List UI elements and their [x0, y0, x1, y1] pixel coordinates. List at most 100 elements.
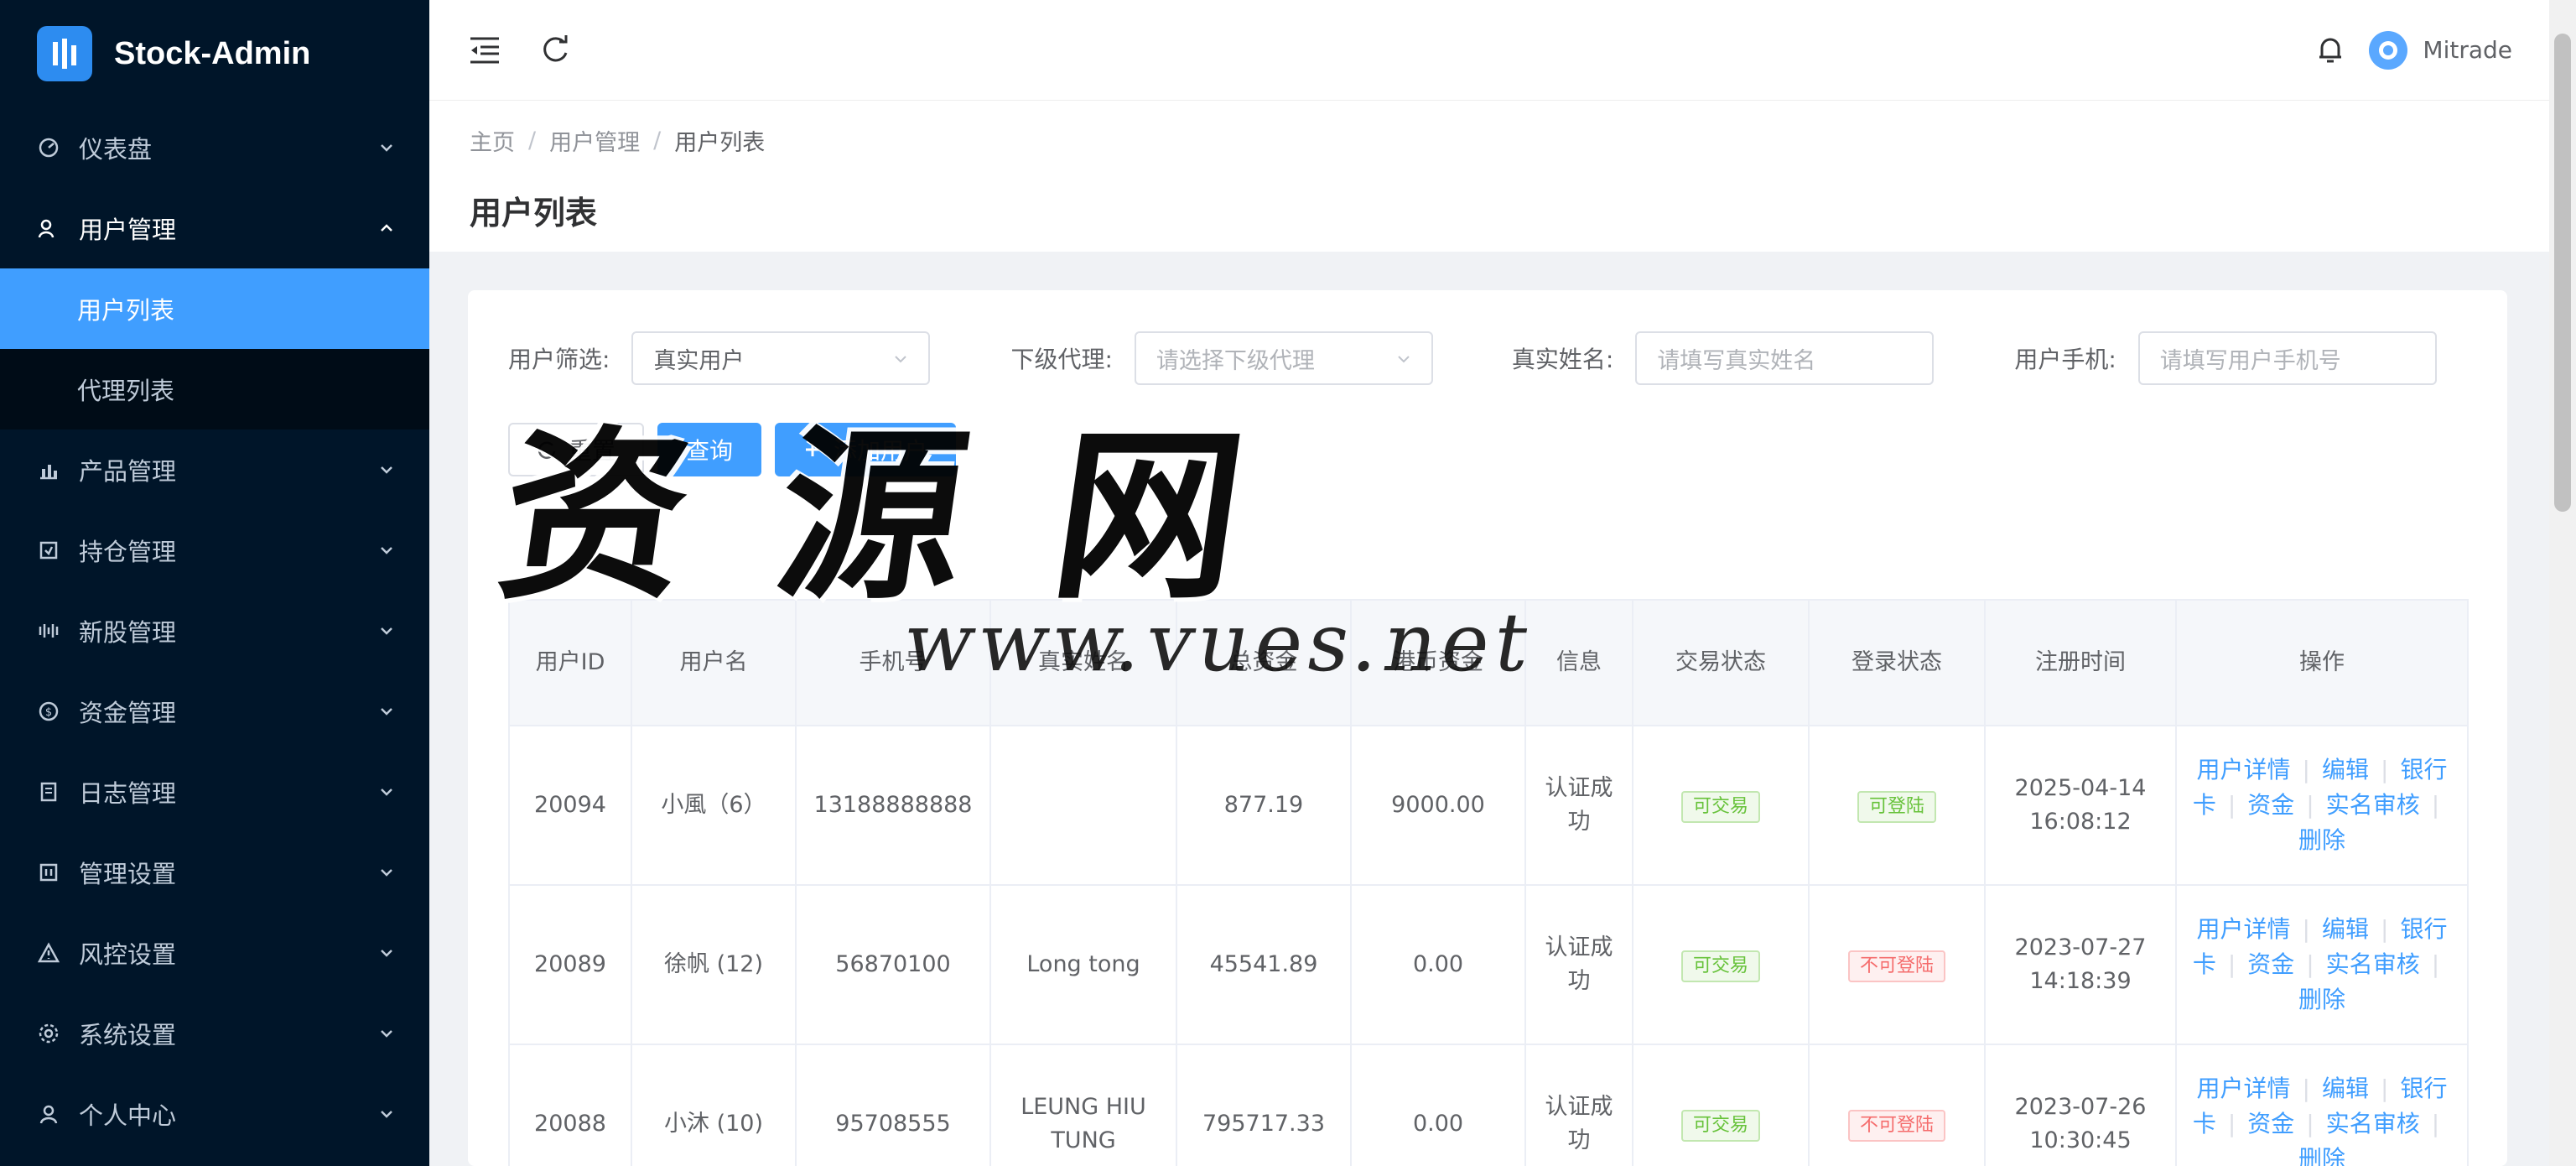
bell-icon[interactable]: [2312, 32, 2349, 69]
real-name-label: 真实姓名:: [1511, 346, 1614, 373]
col-header: 港币资金: [1350, 599, 1526, 726]
sidebar-item-label: 系统设置: [79, 1021, 177, 1049]
divider: |: [2227, 950, 2236, 978]
cell-user-id-text: 20088: [534, 1111, 606, 1137]
cell-phone-text: 95708555: [835, 1111, 951, 1137]
delete-link[interactable]: 删除: [2298, 986, 2345, 1013]
table-header-row: 用户ID 用户名 手机号 真实姓名 总资金 港币资金 信息 交易状态 登录状态 …: [508, 599, 2469, 726]
sidebar-item-positions[interactable]: 持仓管理: [0, 510, 429, 591]
kyc-review-link[interactable]: 实名审核: [2326, 791, 2420, 819]
phone-input[interactable]: 请填写用户手机号: [2137, 331, 2437, 385]
admin-settings-icon: [37, 861, 60, 884]
real-name-filter-group: 真实姓名: 请填写真实姓名: [1511, 331, 1935, 385]
sidebar-item-dashboard[interactable]: 仪表盘: [0, 107, 429, 188]
chevron-down-icon: [381, 1111, 392, 1118]
chevron-down-icon: [381, 869, 392, 877]
edit-link[interactable]: 编辑: [2322, 756, 2369, 783]
user-table: 用户ID 用户名 手机号 真实姓名 总资金 港币资金 信息 交易状态 登录状态 …: [508, 599, 2469, 1166]
sidebar-item-system-settings[interactable]: 系统设置: [0, 993, 429, 1074]
person-icon: [37, 1102, 60, 1126]
cell-login-status: 不可登陆: [1808, 1044, 1986, 1166]
col-header: 信息: [1524, 599, 1633, 726]
avatar[interactable]: [2369, 30, 2408, 70]
scrollbar-thumb[interactable]: [2554, 34, 2571, 512]
delete-link[interactable]: 删除: [2298, 826, 2345, 854]
cell-login-status: 可登陆: [1808, 725, 1986, 886]
user-detail-link[interactable]: 用户详情: [2197, 1075, 2291, 1102]
funds-link[interactable]: 资金: [2247, 1110, 2294, 1137]
collapse-menu-icon[interactable]: [466, 32, 503, 69]
cell-phone-text: 13188888888: [813, 792, 973, 818]
position-icon: [37, 539, 60, 562]
real-name-input[interactable]: 请填写真实姓名: [1635, 331, 1935, 385]
breadcrumb-separator: /: [653, 128, 662, 154]
agent-select[interactable]: 请选择下级代理: [1134, 331, 1433, 385]
cell-hkd-funds-text: 0.00: [1412, 1111, 1464, 1137]
chevron-up-icon: [381, 224, 392, 232]
cell-total-funds: 877.19: [1176, 725, 1352, 886]
add-user-button[interactable]: 添加用户: [775, 423, 957, 476]
cell-operations: 用户详情 | 编辑 | 银行卡 | 资金 | 实名审核 |删除: [2175, 884, 2469, 1045]
register-time: 16:08:12: [2029, 809, 2132, 835]
sidebar-item-risk-control[interactable]: 风控设置: [0, 913, 429, 993]
cell-user-id: 20089: [508, 884, 632, 1045]
sidebar-item-ipo[interactable]: 新股管理: [0, 591, 429, 671]
sidebar-subitem-user-list[interactable]: 用户列表: [0, 268, 429, 349]
sidebar-item-user-management[interactable]: 用户管理: [0, 188, 429, 268]
username[interactable]: Mitrade: [2423, 36, 2512, 64]
filter-bar: 用户筛选: 真实用户 下级代理: 请选择下级代理 真实姓名: 请填写真实姓名 用…: [508, 331, 2467, 386]
cell-info: 认证成功: [1524, 1044, 1633, 1166]
cell-real-name: Long tong: [989, 884, 1177, 1045]
cell-user-id-text: 20094: [534, 792, 606, 818]
cell-username: 小風（6）: [631, 725, 797, 886]
funds-link[interactable]: 资金: [2247, 950, 2294, 978]
chevron-down-icon: [381, 547, 392, 554]
edit-link[interactable]: 编辑: [2322, 915, 2369, 943]
breadcrumb-separator: /: [528, 128, 537, 154]
top-header: Mitrade: [429, 0, 2549, 101]
cell-username-text: 徐帆 (12): [663, 951, 763, 977]
logo[interactable]: Stock-Admin: [0, 0, 429, 107]
register-date: 2023-07-27: [2014, 934, 2147, 960]
page-scrollbar[interactable]: [2549, 0, 2576, 1166]
user-detail-link[interactable]: 用户详情: [2197, 915, 2291, 943]
login-status-badge: 不可登陆: [1847, 1109, 1945, 1142]
breadcrumb-section[interactable]: 用户管理: [549, 124, 640, 157]
kyc-review-link[interactable]: 实名审核: [2326, 1110, 2420, 1137]
delete-link[interactable]: 删除: [2298, 1145, 2345, 1166]
phone-placeholder: 请填写用户手机号: [2159, 347, 2341, 374]
breadcrumb-home[interactable]: 主页: [470, 124, 515, 157]
sidebar-item-label: 管理设置: [79, 860, 177, 888]
sidebar-item-logs[interactable]: 日志管理: [0, 752, 429, 832]
cell-phone: 56870100: [795, 884, 991, 1045]
funds-link[interactable]: 资金: [2247, 791, 2294, 819]
sidebar-item-personal-center[interactable]: 个人中心: [0, 1074, 429, 1154]
divider: |: [2302, 915, 2310, 943]
sidebar-item-products[interactable]: 产品管理: [0, 429, 429, 510]
agent-filter-label: 下级代理:: [1010, 346, 1113, 373]
users-icon: [37, 216, 60, 240]
gear-icon: [37, 1022, 60, 1045]
sidebar-item-label: 日志管理: [79, 779, 177, 808]
reset-button[interactable]: 重置: [508, 423, 645, 476]
sidebar-item-label: 仪表盘: [79, 135, 153, 164]
sidebar-subitem-agent-list[interactable]: 代理列表: [0, 349, 429, 429]
query-button[interactable]: 查询: [657, 423, 762, 476]
user-filter-select[interactable]: 真实用户: [631, 331, 931, 385]
ipo-icon: [37, 619, 60, 643]
breadcrumb: 主页 / 用户管理 / 用户列表: [470, 124, 2509, 157]
sidebar-item-funds[interactable]: $ 资金管理: [0, 671, 429, 752]
sidebar-item-label: 资金管理: [79, 699, 177, 727]
sidebar-item-admin-settings[interactable]: 管理设置: [0, 832, 429, 913]
warning-icon: [37, 941, 60, 965]
user-detail-link[interactable]: 用户详情: [2197, 756, 2291, 783]
edit-link[interactable]: 编辑: [2322, 1075, 2369, 1102]
cell-real-name-text: Long tong: [1026, 951, 1140, 977]
chevron-down-icon: [381, 466, 392, 474]
cell-username-text: 小風（6）: [661, 792, 766, 818]
trade-status-badge: 可交易: [1680, 790, 1760, 823]
refresh-icon[interactable]: [537, 32, 574, 69]
breadcrumb-current: 用户列表: [674, 130, 766, 156]
kyc-review-link[interactable]: 实名审核: [2326, 950, 2420, 978]
chevron-down-icon: [1398, 356, 1410, 363]
